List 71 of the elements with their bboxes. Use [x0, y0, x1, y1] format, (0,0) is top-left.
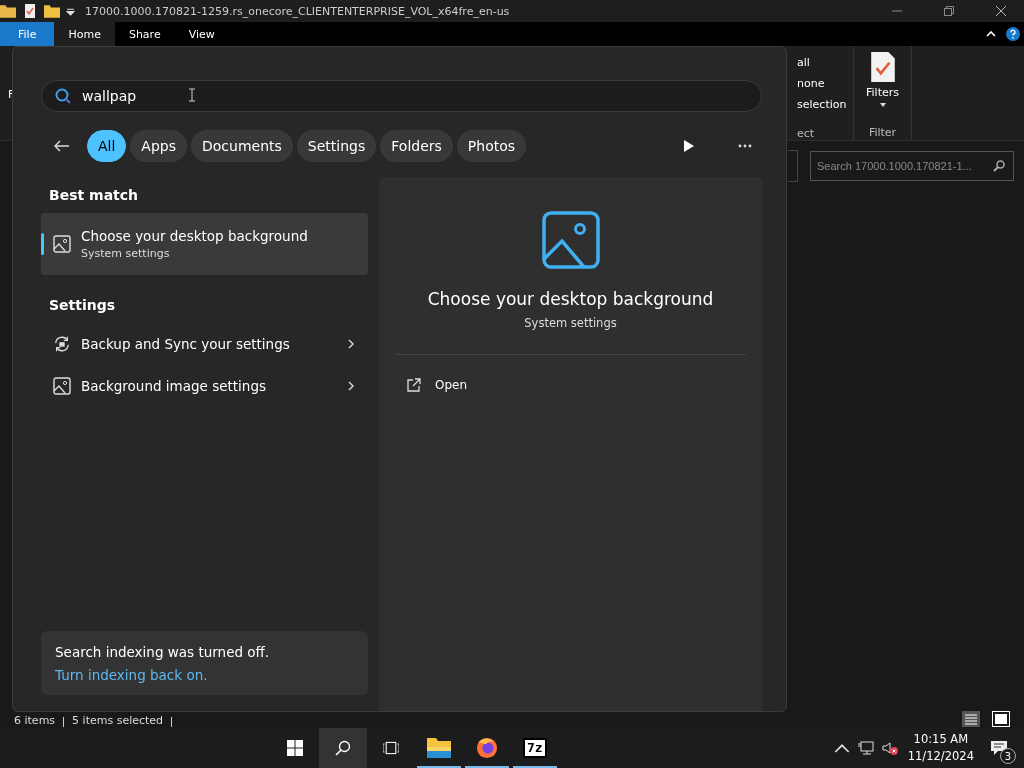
- folder-icon[interactable]: [0, 4, 16, 18]
- folder-icon[interactable]: [426, 737, 451, 759]
- task-view-icon[interactable]: [382, 740, 399, 756]
- group-label: ect: [797, 127, 815, 140]
- notice-text: Search indexing was turned off.: [55, 644, 271, 660]
- ribbon-tab[interactable]: Share: [114, 22, 175, 46]
- search-result[interactable]: Backup and Sync your settings: [41, 323, 368, 365]
- ribbon-tab[interactable]: View: [174, 22, 229, 46]
- status-text: 5 items selected: [72, 714, 164, 727]
- filter-tab[interactable]: Apps: [130, 130, 187, 162]
- filter-tab[interactable]: Settings: [296, 130, 377, 162]
- status-text: 6 items: [14, 714, 56, 727]
- back-arrow-icon[interactable]: [53, 140, 69, 152]
- notification-badge: 3: [1000, 748, 1016, 764]
- ribbon-command[interactable]: selection: [797, 98, 847, 111]
- result-title: Choose your desktop background: [81, 228, 308, 244]
- properties-icon[interactable]: [22, 4, 38, 18]
- ribbon-tab[interactable]: File: [0, 22, 55, 46]
- text-cursor-icon: [188, 88, 196, 102]
- external-link-icon: [407, 378, 421, 392]
- muted-speaker-icon[interactable]: [881, 741, 898, 755]
- picture-icon: [541, 211, 600, 269]
- large-icons-view-icon[interactable]: [992, 711, 1010, 727]
- picture-icon: [53, 235, 71, 253]
- notice-link[interactable]: Turn indexing back on.: [55, 667, 354, 683]
- help-icon[interactable]: [1006, 27, 1020, 41]
- network-icon[interactable]: [857, 741, 874, 755]
- taskbar-button[interactable]: 7z: [510, 728, 559, 768]
- close-icon[interactable]: [996, 6, 1006, 16]
- search-field[interactable]: Search 17000.1000.170821-1...: [810, 151, 1014, 181]
- ribbon-command[interactable]: none: [797, 77, 847, 90]
- collapse-ribbon-icon[interactable]: [986, 31, 996, 37]
- search-icon[interactable]: [334, 740, 351, 756]
- section-heading: Best match: [49, 187, 140, 203]
- clock-date[interactable]: 11/12/2024: [907, 748, 974, 765]
- filter-tab[interactable]: Documents: [191, 130, 293, 162]
- preview-subtitle: System settings: [524, 316, 617, 330]
- more-icon[interactable]: [738, 144, 752, 148]
- window-title: 17000.1000.170821-1259.rs_onecore_CLIENTENTERPRISE_VOL_x64fre_en-us: [85, 4, 511, 18]
- result-title: Background image settings: [81, 378, 266, 394]
- taskbar-button[interactable]: [318, 728, 367, 768]
- search-field[interactable]: wallpap: [41, 80, 762, 112]
- browser-icon[interactable]: [474, 737, 499, 759]
- caret-icon: [879, 103, 886, 107]
- restore-icon[interactable]: [944, 6, 954, 16]
- result-title: Backup and Sync your settings: [81, 336, 290, 352]
- search-icon[interactable]: [993, 160, 1005, 172]
- preview-title: Choose your desktop background: [427, 289, 714, 309]
- filter-tab[interactable]: Folders: [380, 130, 453, 162]
- play-icon[interactable]: [684, 140, 694, 152]
- section-heading: Settings: [49, 297, 117, 313]
- checked-document-icon: [870, 52, 895, 82]
- chevron-right-icon[interactable]: [348, 339, 354, 349]
- picture-icon: [53, 377, 71, 395]
- windows-logo-icon[interactable]: [286, 740, 303, 756]
- caret-icon[interactable]: [66, 6, 75, 16]
- filter-tab[interactable]: All: [87, 130, 127, 162]
- group-label: Filter: [868, 126, 897, 139]
- sync-icon: [53, 335, 71, 353]
- search-result[interactable]: Background image settings: [41, 365, 368, 407]
- result-subtitle: System settings: [81, 247, 171, 260]
- ribbon-command[interactable]: all: [797, 56, 847, 69]
- details-view-icon[interactable]: [962, 711, 980, 727]
- clock-time[interactable]: 10:15 AM: [913, 731, 969, 748]
- filter-tab[interactable]: Photos: [456, 130, 527, 162]
- ribbon-tab[interactable]: Home: [54, 22, 115, 46]
- new-folder-icon[interactable]: [44, 4, 60, 18]
- filters-button[interactable]: Filters: [860, 50, 905, 126]
- best-match-result[interactable]: Choose your desktop background System settings: [41, 213, 368, 275]
- open-action[interactable]: Open: [395, 375, 746, 395]
- chevron-right-icon[interactable]: [348, 381, 354, 391]
